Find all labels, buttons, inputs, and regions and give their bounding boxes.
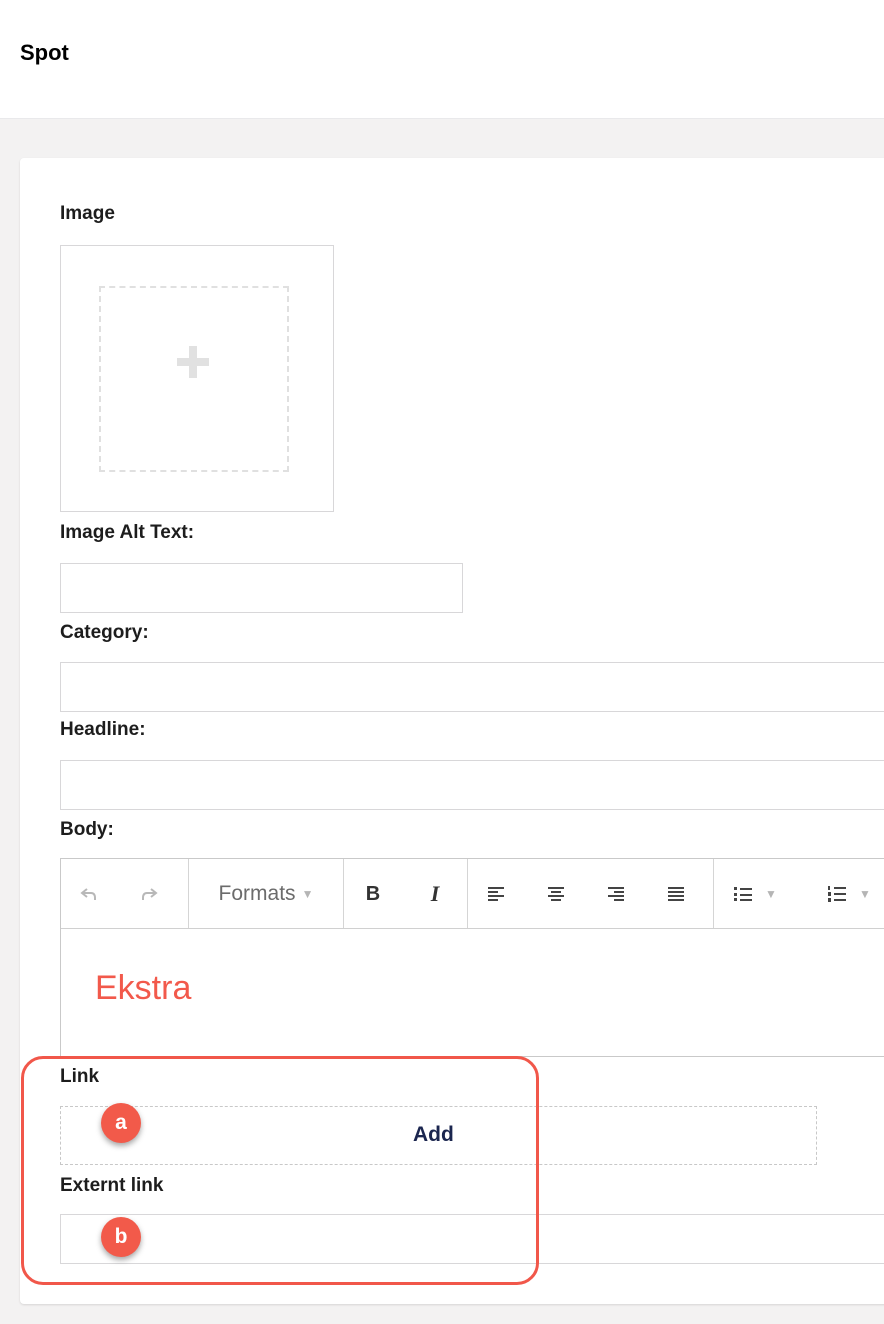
align-left-icon	[488, 887, 504, 901]
caret-down-icon: ▼	[765, 887, 777, 901]
bullet-list-icon	[734, 887, 752, 901]
link-add-area[interactable]: Add	[60, 1106, 817, 1165]
annotation-marker-a: a	[101, 1103, 141, 1143]
editor-toolbar: Formats ▼ B I ▼ ▼	[61, 859, 884, 929]
formats-label: Formats	[218, 882, 296, 905]
category-input[interactable]	[60, 662, 884, 712]
image-picker[interactable]	[60, 245, 334, 512]
undo-icon	[80, 888, 96, 900]
external-link-label: Externt link	[60, 1175, 164, 1196]
image-alt-input[interactable]	[60, 563, 463, 613]
redo-button[interactable]	[135, 881, 163, 907]
link-label: Link	[60, 1066, 100, 1087]
body-label: Body:	[60, 819, 114, 840]
toolbar-divider	[467, 859, 468, 928]
redo-icon	[142, 888, 158, 900]
image-label: Image	[60, 203, 115, 224]
numbered-list-button[interactable]: ▼	[827, 881, 884, 907]
align-center-icon	[548, 887, 564, 901]
toolbar-divider	[713, 859, 714, 928]
page-header: Spot	[0, 0, 884, 119]
toolbar-divider	[343, 859, 344, 928]
align-justify-button[interactable]	[665, 881, 687, 907]
italic-icon: I	[430, 881, 440, 906]
undo-button[interactable]	[75, 881, 103, 907]
external-link-input[interactable]	[60, 1214, 884, 1264]
bullet-list-button[interactable]: ▼	[733, 881, 789, 907]
annotation-marker-b: b	[101, 1217, 141, 1257]
toolbar-divider	[188, 859, 189, 928]
image-alt-label: Image Alt Text:	[60, 522, 195, 543]
add-link-button[interactable]: Add	[413, 1123, 454, 1147]
caret-down-icon: ▼	[859, 887, 871, 901]
headline-label: Headline:	[60, 719, 146, 740]
bold-icon: B	[365, 882, 381, 905]
headline-input[interactable]	[60, 760, 884, 810]
editor-content[interactable]: Ekstra	[95, 969, 191, 1008]
italic-button[interactable]: I	[423, 881, 447, 907]
formats-dropdown[interactable]: Formats ▼	[203, 881, 329, 907]
align-right-icon	[608, 887, 624, 901]
body-editor: Formats ▼ B I ▼ ▼ Ekstra	[60, 858, 884, 1057]
caret-down-icon: ▼	[301, 887, 314, 901]
bold-button[interactable]: B	[361, 881, 385, 907]
page-title: Spot	[20, 40, 69, 65]
align-right-button[interactable]	[605, 881, 627, 907]
numbered-list-icon	[828, 886, 846, 902]
align-center-button[interactable]	[545, 881, 567, 907]
align-justify-icon	[668, 887, 684, 901]
category-label: Category:	[60, 622, 149, 643]
align-left-button[interactable]	[485, 881, 507, 907]
plus-icon	[177, 346, 209, 378]
